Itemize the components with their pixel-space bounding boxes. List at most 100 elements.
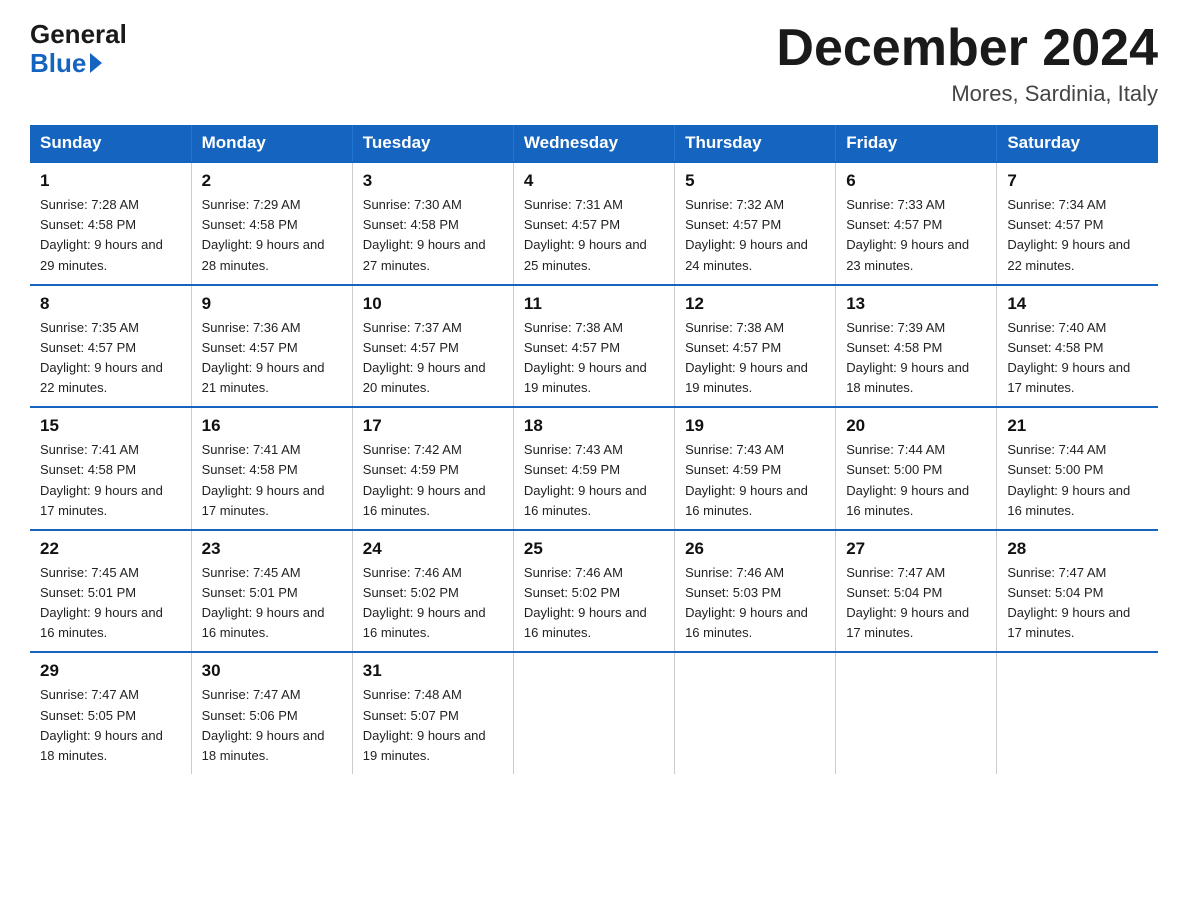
calendar-day-cell: 28 Sunrise: 7:47 AMSunset: 5:04 PMDaylig…: [997, 530, 1158, 653]
day-number: 6: [846, 171, 986, 191]
page-header: General Blue December 2024 Mores, Sardin…: [30, 20, 1158, 107]
day-info: Sunrise: 7:34 AMSunset: 4:57 PMDaylight:…: [1007, 195, 1148, 276]
calendar-day-cell: 16 Sunrise: 7:41 AMSunset: 4:58 PMDaylig…: [191, 407, 352, 530]
day-info: Sunrise: 7:44 AMSunset: 5:00 PMDaylight:…: [846, 440, 986, 521]
logo: General Blue: [30, 20, 127, 77]
calendar-week-row: 1 Sunrise: 7:28 AMSunset: 4:58 PMDayligh…: [30, 162, 1158, 285]
calendar-day-cell: 8 Sunrise: 7:35 AMSunset: 4:57 PMDayligh…: [30, 285, 191, 408]
day-info: Sunrise: 7:47 AMSunset: 5:06 PMDaylight:…: [202, 685, 342, 766]
logo-general-text: General: [30, 20, 127, 49]
day-number: 4: [524, 171, 664, 191]
calendar-day-cell: 29 Sunrise: 7:47 AMSunset: 5:05 PMDaylig…: [30, 652, 191, 774]
calendar-week-row: 22 Sunrise: 7:45 AMSunset: 5:01 PMDaylig…: [30, 530, 1158, 653]
calendar-day-cell: 4 Sunrise: 7:31 AMSunset: 4:57 PMDayligh…: [513, 162, 674, 285]
day-info: Sunrise: 7:38 AMSunset: 4:57 PMDaylight:…: [685, 318, 825, 399]
day-number: 10: [363, 294, 503, 314]
day-number: 26: [685, 539, 825, 559]
calendar-day-cell: 22 Sunrise: 7:45 AMSunset: 5:01 PMDaylig…: [30, 530, 191, 653]
day-number: 19: [685, 416, 825, 436]
calendar-day-cell: 14 Sunrise: 7:40 AMSunset: 4:58 PMDaylig…: [997, 285, 1158, 408]
calendar-day-cell: 12 Sunrise: 7:38 AMSunset: 4:57 PMDaylig…: [675, 285, 836, 408]
calendar-day-cell: 7 Sunrise: 7:34 AMSunset: 4:57 PMDayligh…: [997, 162, 1158, 285]
calendar-day-cell: 20 Sunrise: 7:44 AMSunset: 5:00 PMDaylig…: [836, 407, 997, 530]
calendar-day-cell: [836, 652, 997, 774]
calendar-day-cell: 25 Sunrise: 7:46 AMSunset: 5:02 PMDaylig…: [513, 530, 674, 653]
day-number: 20: [846, 416, 986, 436]
day-number: 11: [524, 294, 664, 314]
day-of-week-header: Monday: [191, 125, 352, 162]
calendar-day-cell: [675, 652, 836, 774]
day-info: Sunrise: 7:35 AMSunset: 4:57 PMDaylight:…: [40, 318, 181, 399]
day-number: 30: [202, 661, 342, 681]
calendar-day-cell: [513, 652, 674, 774]
calendar-week-row: 8 Sunrise: 7:35 AMSunset: 4:57 PMDayligh…: [30, 285, 1158, 408]
calendar-day-cell: 11 Sunrise: 7:38 AMSunset: 4:57 PMDaylig…: [513, 285, 674, 408]
calendar-day-cell: 17 Sunrise: 7:42 AMSunset: 4:59 PMDaylig…: [352, 407, 513, 530]
calendar-day-cell: 21 Sunrise: 7:44 AMSunset: 5:00 PMDaylig…: [997, 407, 1158, 530]
calendar-week-row: 29 Sunrise: 7:47 AMSunset: 5:05 PMDaylig…: [30, 652, 1158, 774]
calendar-title: December 2024: [776, 20, 1158, 77]
day-info: Sunrise: 7:48 AMSunset: 5:07 PMDaylight:…: [363, 685, 503, 766]
day-info: Sunrise: 7:42 AMSunset: 4:59 PMDaylight:…: [363, 440, 503, 521]
calendar-day-cell: [997, 652, 1158, 774]
day-number: 5: [685, 171, 825, 191]
calendar-day-cell: 30 Sunrise: 7:47 AMSunset: 5:06 PMDaylig…: [191, 652, 352, 774]
day-info: Sunrise: 7:41 AMSunset: 4:58 PMDaylight:…: [202, 440, 342, 521]
day-number: 21: [1007, 416, 1148, 436]
day-of-week-header: Tuesday: [352, 125, 513, 162]
day-number: 31: [363, 661, 503, 681]
day-number: 7: [1007, 171, 1148, 191]
calendar-table: SundayMondayTuesdayWednesdayThursdayFrid…: [30, 125, 1158, 774]
calendar-day-cell: 3 Sunrise: 7:30 AMSunset: 4:58 PMDayligh…: [352, 162, 513, 285]
title-block: December 2024 Mores, Sardinia, Italy: [776, 20, 1158, 107]
calendar-week-row: 15 Sunrise: 7:41 AMSunset: 4:58 PMDaylig…: [30, 407, 1158, 530]
day-info: Sunrise: 7:38 AMSunset: 4:57 PMDaylight:…: [524, 318, 664, 399]
day-info: Sunrise: 7:47 AMSunset: 5:04 PMDaylight:…: [846, 563, 986, 644]
day-number: 23: [202, 539, 342, 559]
day-info: Sunrise: 7:43 AMSunset: 4:59 PMDaylight:…: [524, 440, 664, 521]
logo-triangle-icon: [90, 53, 102, 73]
day-info: Sunrise: 7:31 AMSunset: 4:57 PMDaylight:…: [524, 195, 664, 276]
day-info: Sunrise: 7:33 AMSunset: 4:57 PMDaylight:…: [846, 195, 986, 276]
day-number: 2: [202, 171, 342, 191]
day-number: 13: [846, 294, 986, 314]
day-number: 9: [202, 294, 342, 314]
calendar-day-cell: 23 Sunrise: 7:45 AMSunset: 5:01 PMDaylig…: [191, 530, 352, 653]
day-info: Sunrise: 7:41 AMSunset: 4:58 PMDaylight:…: [40, 440, 181, 521]
calendar-day-cell: 10 Sunrise: 7:37 AMSunset: 4:57 PMDaylig…: [352, 285, 513, 408]
day-of-week-header: Thursday: [675, 125, 836, 162]
day-number: 24: [363, 539, 503, 559]
day-info: Sunrise: 7:43 AMSunset: 4:59 PMDaylight:…: [685, 440, 825, 521]
day-header-row: SundayMondayTuesdayWednesdayThursdayFrid…: [30, 125, 1158, 162]
day-info: Sunrise: 7:39 AMSunset: 4:58 PMDaylight:…: [846, 318, 986, 399]
day-info: Sunrise: 7:46 AMSunset: 5:02 PMDaylight:…: [524, 563, 664, 644]
day-info: Sunrise: 7:28 AMSunset: 4:58 PMDaylight:…: [40, 195, 181, 276]
calendar-day-cell: 24 Sunrise: 7:46 AMSunset: 5:02 PMDaylig…: [352, 530, 513, 653]
day-info: Sunrise: 7:36 AMSunset: 4:57 PMDaylight:…: [202, 318, 342, 399]
logo-blue-text: Blue: [30, 49, 86, 78]
day-of-week-header: Friday: [836, 125, 997, 162]
calendar-day-cell: 5 Sunrise: 7:32 AMSunset: 4:57 PMDayligh…: [675, 162, 836, 285]
calendar-day-cell: 13 Sunrise: 7:39 AMSunset: 4:58 PMDaylig…: [836, 285, 997, 408]
location-subtitle: Mores, Sardinia, Italy: [776, 81, 1158, 107]
day-number: 12: [685, 294, 825, 314]
calendar-day-cell: 31 Sunrise: 7:48 AMSunset: 5:07 PMDaylig…: [352, 652, 513, 774]
calendar-day-cell: 2 Sunrise: 7:29 AMSunset: 4:58 PMDayligh…: [191, 162, 352, 285]
day-info: Sunrise: 7:44 AMSunset: 5:00 PMDaylight:…: [1007, 440, 1148, 521]
day-number: 22: [40, 539, 181, 559]
calendar-day-cell: 1 Sunrise: 7:28 AMSunset: 4:58 PMDayligh…: [30, 162, 191, 285]
day-number: 29: [40, 661, 181, 681]
day-number: 17: [363, 416, 503, 436]
day-of-week-header: Saturday: [997, 125, 1158, 162]
day-number: 3: [363, 171, 503, 191]
calendar-day-cell: 15 Sunrise: 7:41 AMSunset: 4:58 PMDaylig…: [30, 407, 191, 530]
calendar-day-cell: 9 Sunrise: 7:36 AMSunset: 4:57 PMDayligh…: [191, 285, 352, 408]
day-number: 28: [1007, 539, 1148, 559]
day-of-week-header: Sunday: [30, 125, 191, 162]
day-number: 16: [202, 416, 342, 436]
day-info: Sunrise: 7:46 AMSunset: 5:03 PMDaylight:…: [685, 563, 825, 644]
calendar-day-cell: 18 Sunrise: 7:43 AMSunset: 4:59 PMDaylig…: [513, 407, 674, 530]
day-of-week-header: Wednesday: [513, 125, 674, 162]
day-info: Sunrise: 7:45 AMSunset: 5:01 PMDaylight:…: [40, 563, 181, 644]
day-info: Sunrise: 7:37 AMSunset: 4:57 PMDaylight:…: [363, 318, 503, 399]
